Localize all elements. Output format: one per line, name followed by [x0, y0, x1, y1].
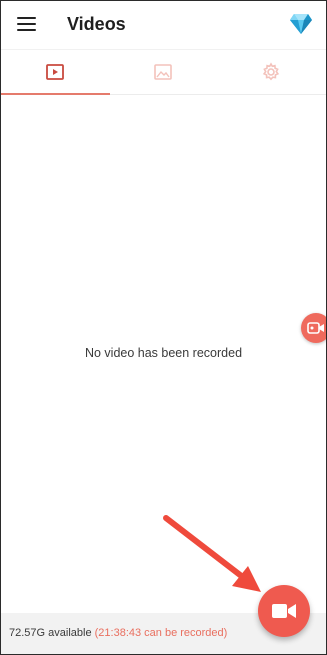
tab-settings[interactable] — [217, 50, 325, 94]
tab-videos[interactable] — [1, 50, 110, 95]
hamburger-menu-icon[interactable] — [17, 17, 36, 32]
page-title: Videos — [67, 14, 126, 34]
tab-images[interactable] — [109, 50, 217, 94]
app-window: Videos No video has been recorded 72.57G… — [0, 0, 327, 655]
available-space: 72.57G available — [9, 627, 92, 639]
empty-state-message: No video has been recorded — [84, 346, 243, 360]
annotation-arrow — [163, 515, 261, 592]
recordable-time: (21:38:43 can be recorded) — [94, 627, 228, 639]
play-square-icon — [46, 64, 64, 80]
app-bar: Videos — [1, 1, 326, 49]
diamond-icon[interactable] — [289, 13, 313, 35]
floating-recorder-button[interactable] — [301, 313, 326, 343]
image-icon — [154, 64, 172, 80]
tab-bar — [1, 50, 326, 95]
gear-icon — [262, 62, 280, 81]
record-button[interactable] — [258, 585, 310, 637]
video-camera-icon — [307, 322, 324, 334]
tab-indicator — [1, 93, 110, 95]
storage-status-text: 72.57G available (21:38:43 can be record… — [9, 627, 227, 639]
video-camera-icon — [272, 604, 296, 618]
